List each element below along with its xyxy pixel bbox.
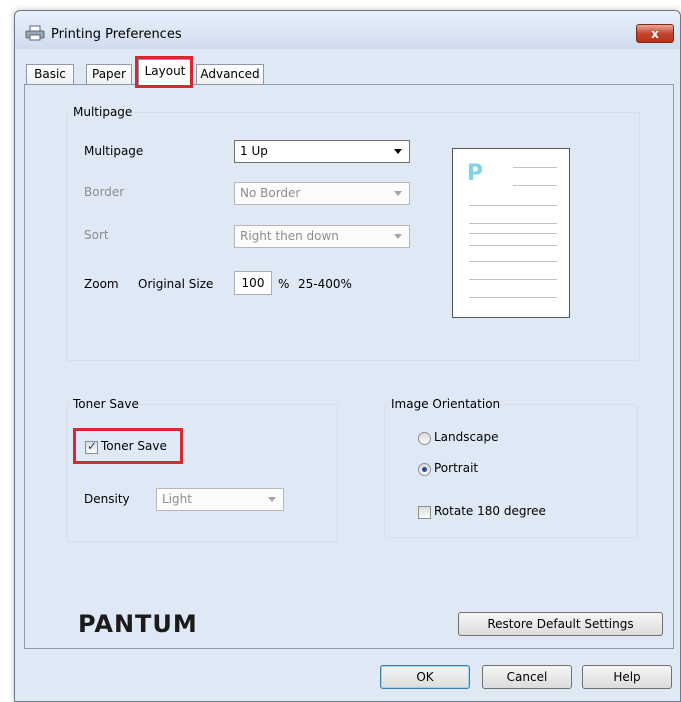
- cancel-button[interactable]: Cancel: [482, 665, 572, 689]
- pantum-logo: PANTUM: [78, 610, 198, 638]
- zoom-label: Zoom: [84, 277, 119, 291]
- density-select-value: Light: [162, 492, 192, 506]
- chevron-down-icon: [268, 497, 276, 502]
- toner-save-legend: Toner Save: [73, 397, 139, 411]
- zoom-range: 25-400%: [298, 277, 352, 291]
- preview-letter: P: [467, 161, 484, 186]
- toner-save-checkbox-label[interactable]: Toner Save: [101, 439, 167, 453]
- page-preview: P: [452, 148, 570, 318]
- preview-line: [469, 223, 557, 224]
- tab-advanced-label: Advanced: [200, 67, 260, 81]
- multipage-label: Multipage: [84, 144, 144, 158]
- restore-default-settings-button[interactable]: Restore Default Settings: [458, 612, 663, 636]
- zoom-input[interactable]: 100: [234, 271, 272, 295]
- image-orientation-legend: Image Orientation: [391, 397, 501, 411]
- tab-layout-label: Layout: [144, 64, 186, 78]
- rotate-180-checkbox[interactable]: [418, 506, 431, 519]
- border-select-value: No Border: [240, 186, 301, 200]
- sort-label: Sort: [84, 228, 109, 242]
- help-button[interactable]: Help: [582, 665, 672, 689]
- multipage-group-legend: Multipage: [73, 105, 133, 119]
- zoom-mode-label: Original Size: [138, 277, 214, 291]
- preview-line: [469, 261, 557, 262]
- tab-paper-label: Paper: [92, 67, 126, 81]
- close-icon: x: [651, 26, 659, 41]
- window-title: Printing Preferences: [51, 27, 182, 42]
- preview-line: [469, 205, 557, 206]
- preview-line: [513, 167, 557, 168]
- tab-basic-label: Basic: [34, 67, 66, 81]
- printer-icon: [25, 25, 45, 41]
- sort-select-value: Right then down: [240, 229, 339, 243]
- toner-save-group: Toner Save: [66, 397, 338, 542]
- close-button[interactable]: x: [636, 24, 674, 43]
- portrait-radio[interactable]: [418, 463, 431, 476]
- preview-line: [469, 279, 557, 280]
- portrait-label[interactable]: Portrait: [434, 461, 478, 475]
- chevron-down-icon: [394, 149, 402, 154]
- toner-save-checkbox[interactable]: [85, 439, 98, 454]
- ok-button[interactable]: OK: [380, 665, 470, 689]
- multipage-select[interactable]: 1 Up: [234, 140, 410, 163]
- border-select[interactable]: No Border: [234, 182, 410, 205]
- chevron-down-icon: [394, 234, 402, 239]
- multipage-select-value: 1 Up: [240, 144, 268, 158]
- zoom-unit: %: [278, 277, 290, 291]
- tab-layout[interactable]: Layout: [138, 59, 192, 86]
- tab-paper[interactable]: Paper: [86, 64, 132, 85]
- preview-line: [513, 185, 557, 186]
- title-bar: Printing Preferences x: [15, 11, 680, 49]
- landscape-radio[interactable]: [418, 432, 431, 445]
- rotate-180-label[interactable]: Rotate 180 degree: [434, 504, 546, 518]
- density-label: Density: [84, 492, 130, 506]
- border-label: Border: [84, 185, 125, 199]
- tab-advanced[interactable]: Advanced: [196, 64, 264, 85]
- sort-select[interactable]: Right then down: [234, 225, 410, 248]
- landscape-label[interactable]: Landscape: [434, 430, 498, 444]
- tab-basic[interactable]: Basic: [26, 64, 74, 85]
- preview-line: [469, 245, 557, 246]
- preview-line: [469, 297, 557, 298]
- chevron-down-icon: [394, 191, 402, 196]
- density-select[interactable]: Light: [156, 488, 284, 511]
- preview-line: [469, 233, 557, 234]
